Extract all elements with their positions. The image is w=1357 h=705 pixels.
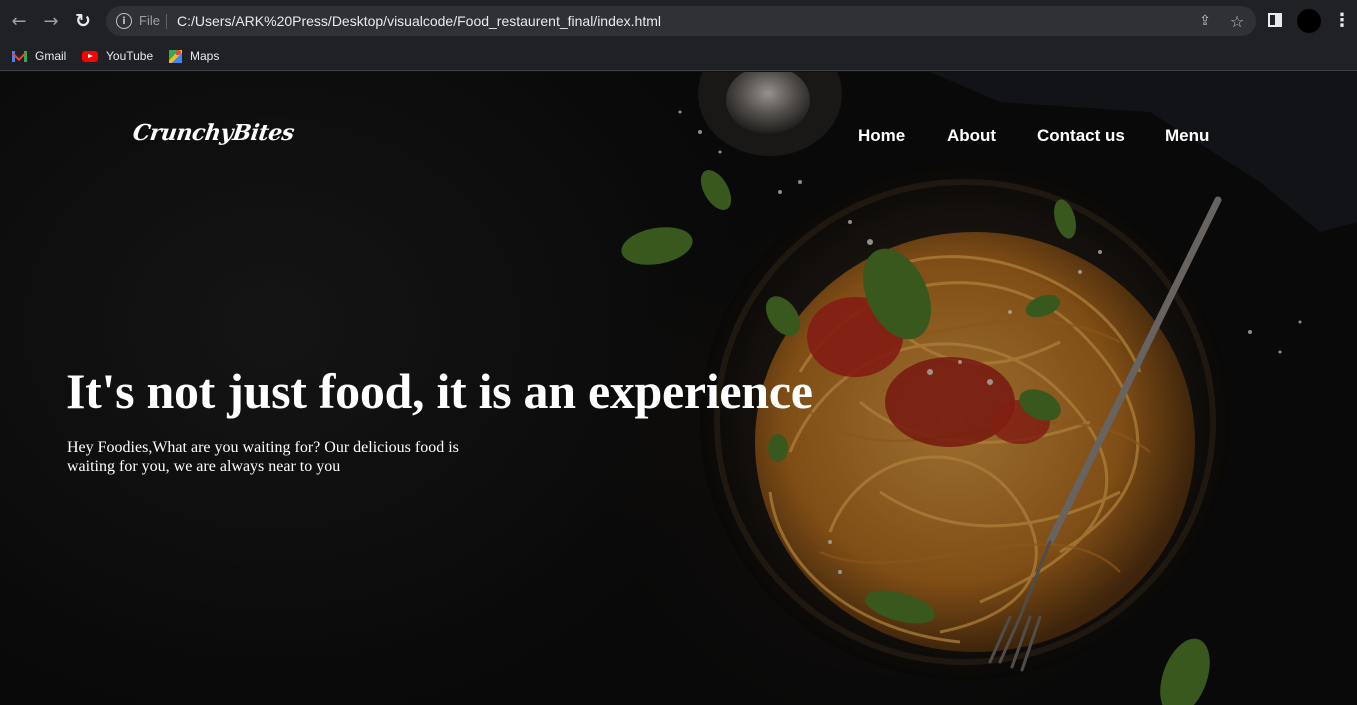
nav-menu[interactable]: Menu [1165, 126, 1209, 146]
bookmark-label: Gmail [35, 49, 67, 63]
file-scheme-label: File [139, 13, 160, 28]
browser-toolbar: ← → ↻ i File C:/Users/ARK%20Press/Deskto… [0, 0, 1357, 42]
profile-avatar[interactable] [1297, 9, 1321, 33]
gmail-icon [12, 50, 27, 62]
bookmark-gmail[interactable]: Gmail [12, 46, 66, 66]
site-logo[interactable]: CrunchyBites [131, 120, 295, 146]
bookmarks-bar: Gmail YouTube Maps [0, 42, 1357, 71]
star-icon[interactable]: ☆ [1228, 12, 1246, 31]
hero-subline: Hey Foodies,What are you waiting for? Ou… [67, 439, 459, 475]
bookmark-youtube[interactable]: YouTube [82, 46, 153, 66]
reload-icon[interactable]: ↻ [72, 10, 94, 32]
youtube-icon [82, 50, 98, 62]
nav-home[interactable]: Home [858, 126, 905, 146]
bookmark-label: YouTube [106, 49, 154, 63]
url-text[interactable]: C:/Users/ARK%20Press/Desktop/visualcode/… [177, 13, 661, 29]
back-arrow-icon[interactable]: ← [8, 10, 30, 32]
forward-arrow-icon[interactable]: → [40, 10, 62, 32]
info-icon[interactable]: i [116, 13, 132, 29]
hero-headline: It's not just food, it is an experience [66, 363, 813, 419]
bookmark-label: Maps [190, 49, 220, 63]
page-viewport: CrunchyBites Home About Contact us Menu … [0, 72, 1357, 705]
bookmark-maps[interactable]: Maps [169, 46, 219, 66]
nav-about[interactable]: About [947, 126, 996, 146]
nav-contact-us[interactable]: Contact us [1037, 126, 1125, 146]
share-icon[interactable]: ⇪ [1196, 12, 1214, 30]
omnibox-divider [166, 14, 167, 29]
address-bar[interactable]: i File C:/Users/ARK%20Press/Desktop/visu… [106, 6, 1256, 36]
maps-icon [169, 49, 182, 63]
side-panel-icon[interactable] [1268, 13, 1282, 27]
kebab-menu-icon[interactable]: ⋮ [1333, 10, 1351, 32]
